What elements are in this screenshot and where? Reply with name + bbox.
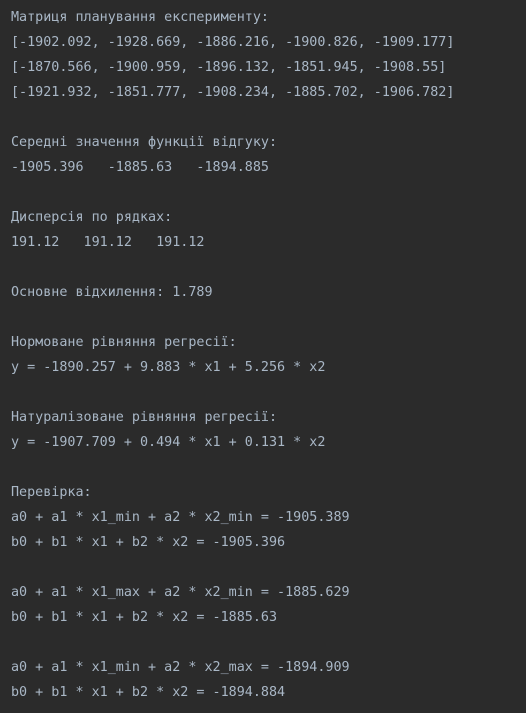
- dispersion-title: Дисперсія по рядках:: [11, 210, 173, 225]
- deviation-line: Основне відхилення: 1.789: [11, 285, 213, 300]
- check-1-b: b0 + b1 * x1 + b2 * x2 = -1905.396: [11, 535, 286, 550]
- console-output: Матриця планування експерименту: [-1902.…: [0, 0, 526, 713]
- normalized-title: Нормоване рівняння регресії:: [11, 335, 237, 350]
- check-2-b: b0 + b1 * x1 + b2 * x2 = -1885.63: [11, 610, 278, 625]
- check-3-b: b0 + b1 * x1 + b2 * x2 = -1894.884: [11, 685, 286, 700]
- naturalized-equation: y = -1907.709 + 0.494 * x1 + 0.131 * x2: [11, 435, 326, 450]
- matrix-row-3: [-1921.932, -1851.777, -1908.234, -1885.…: [11, 85, 455, 100]
- mean-values: -1905.396 -1885.63 -1894.885: [11, 160, 269, 175]
- mean-title: Середні значення функції відгуку:: [11, 135, 278, 150]
- normalized-equation: y = -1890.257 + 9.883 * x1 + 5.256 * x2: [11, 360, 326, 375]
- check-2-a: a0 + a1 * x1_max + a2 * x2_min = -1885.6…: [11, 585, 350, 600]
- dispersion-values: 191.12 191.12 191.12: [11, 235, 205, 250]
- check-3-a: a0 + a1 * x1_min + a2 * x2_max = -1894.9…: [11, 660, 350, 675]
- matrix-row-1: [-1902.092, -1928.669, -1886.216, -1900.…: [11, 35, 455, 50]
- naturalized-title: Натуралізоване рівняння регресії:: [11, 410, 278, 425]
- matrix-title: Матриця планування експерименту:: [11, 10, 269, 25]
- check-title: Перевірка:: [11, 485, 92, 500]
- check-1-a: a0 + a1 * x1_min + a2 * x2_min = -1905.3…: [11, 510, 350, 525]
- matrix-row-2: [-1870.566, -1900.959, -1896.132, -1851.…: [11, 60, 447, 75]
